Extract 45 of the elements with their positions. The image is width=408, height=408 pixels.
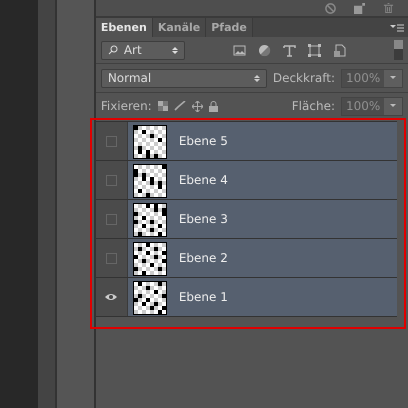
layer-thumbnail (132, 242, 167, 276)
search-icon (108, 45, 118, 55)
transform-icon[interactable] (308, 44, 321, 56)
filter-toggle-icon[interactable] (394, 40, 403, 60)
layer-row[interactable]: Ebene 1 (96, 278, 397, 317)
layer-thumbnail (132, 281, 167, 315)
checker-icon[interactable] (158, 101, 168, 111)
layer-name: Ebene 4 (178, 173, 228, 187)
visibility-checkbox[interactable] (106, 136, 117, 146)
blend-mode-dropdown[interactable]: Normal (100, 68, 267, 88)
smart-object-icon[interactable] (332, 44, 346, 56)
half-circle-icon[interactable] (258, 44, 271, 56)
fill-label: Fläche: (292, 99, 335, 113)
layer-row[interactable]: Ebene 3 (96, 200, 397, 239)
move-icon[interactable] (192, 100, 203, 112)
visibility-checkbox[interactable] (106, 214, 117, 224)
prohibited-icon[interactable] (325, 2, 336, 14)
layer-row[interactable]: Ebene 5 (96, 122, 397, 161)
panel-tab[interactable]: Kanäle (152, 18, 206, 37)
layer-thumbnail (132, 125, 167, 159)
visibility-checkbox[interactable] (106, 174, 117, 186)
stepper-icon (254, 74, 260, 82)
layer-thumbnail (132, 164, 167, 198)
layer-row[interactable]: Ebene 4 (96, 161, 397, 200)
lock-icon[interactable] (208, 100, 218, 112)
layer-name: Ebene 1 (178, 290, 228, 304)
panel-tab[interactable]: Pfade (206, 18, 253, 37)
visibility-checkbox[interactable] (106, 252, 117, 264)
layer-row[interactable]: Ebene 2 (96, 239, 397, 278)
brush-icon[interactable] (174, 101, 186, 111)
text-icon[interactable] (282, 44, 296, 56)
new-layer-icon[interactable] (354, 2, 365, 14)
layer-name: Ebene 2 (178, 251, 228, 265)
layer-name: Ebene 3 (178, 212, 228, 226)
trash-icon[interactable] (383, 2, 394, 14)
opacity-label: Deckkraft: (272, 71, 335, 85)
eye-icon[interactable] (105, 293, 118, 301)
stepper-icon (172, 46, 178, 54)
filter-dropdown[interactable]: Art (100, 40, 185, 60)
image-icon[interactable] (232, 44, 246, 56)
layer-thumbnail (132, 203, 167, 237)
menu-icon (390, 24, 404, 32)
lock-label: Fixieren: (100, 99, 152, 113)
layer-name: Ebene 5 (178, 134, 228, 148)
panel-tab[interactable]: Ebenen (96, 18, 153, 37)
